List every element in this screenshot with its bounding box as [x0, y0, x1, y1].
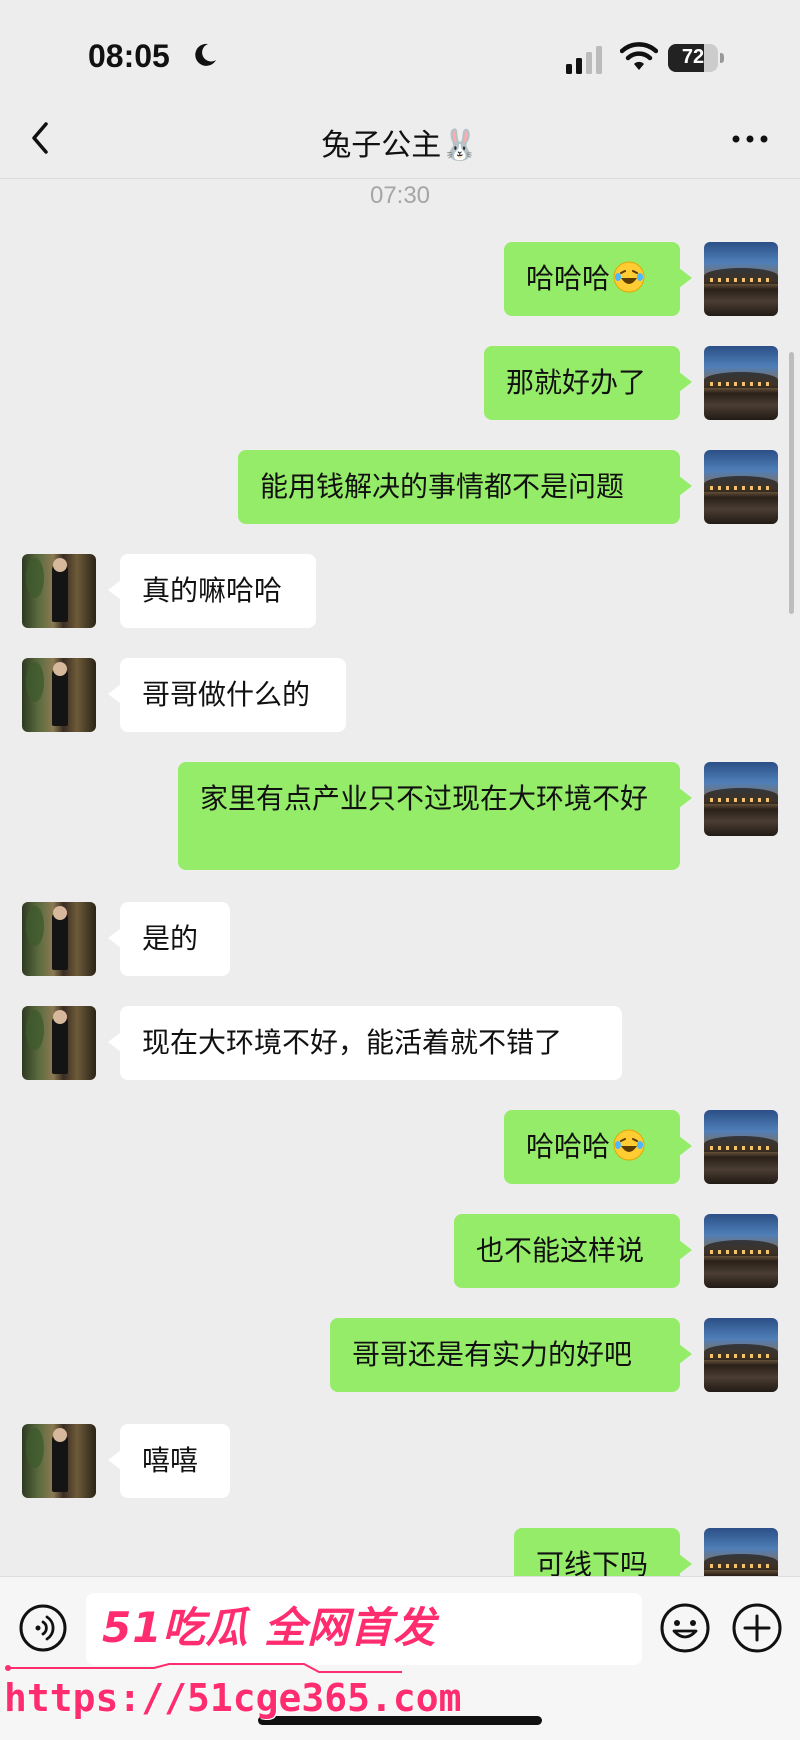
scrollbar[interactable] [789, 352, 794, 614]
contact-avatar[interactable] [22, 658, 96, 732]
my-avatar[interactable] [704, 1318, 778, 1392]
message-text: 是的 [142, 922, 199, 955]
outgoing-message: 也不能这样说 [0, 1214, 800, 1288]
outgoing-message: 家里有点产业只不过现在大环境不好 [0, 762, 800, 870]
status-bar: 08:05 72 [0, 0, 800, 100]
voice-input-icon[interactable] [18, 1603, 68, 1653]
message-text: 现在大环境不好，能活着就不错了 [142, 1026, 563, 1059]
message-bubble[interactable]: 现在大环境不好，能活着就不错了 [108, 1006, 622, 1080]
outgoing-message: 哈哈哈 [0, 242, 800, 316]
watermark-brand: 51吃瓜 全网首发 [102, 1603, 437, 1652]
message-text: 嘻嘻 [142, 1444, 199, 1477]
message-text: 哈哈哈 [526, 262, 611, 295]
message-bubble[interactable]: 真的嘛哈哈 [108, 554, 316, 628]
my-avatar[interactable] [704, 762, 778, 836]
outgoing-message: 能用钱解决的事情都不是问题 [0, 450, 800, 524]
chat-title: 兔子公主🐰 [321, 128, 479, 163]
contact-avatar[interactable] [22, 554, 96, 628]
message-text: 那就好办了 [506, 366, 647, 399]
message-bubble[interactable]: 嘻嘻 [108, 1424, 230, 1498]
more-options-icon[interactable] [726, 124, 774, 154]
laughing-tears-emoji-icon [613, 261, 645, 293]
incoming-message: 是的 [0, 902, 800, 976]
message-timestamp: 07:30 [369, 182, 431, 209]
message-bubble[interactable]: 也不能这样说 [454, 1214, 692, 1288]
message-bubble[interactable]: 哥哥还是有实力的好吧 [330, 1318, 692, 1392]
incoming-message: 现在大环境不好，能活着就不错了 [0, 1006, 800, 1080]
outgoing-message: 那就好办了 [0, 346, 800, 420]
wifi-icon [620, 42, 658, 70]
my-avatar[interactable] [704, 242, 778, 316]
cellular-signal-icon [566, 46, 602, 74]
message-bubble[interactable]: 能用钱解决的事情都不是问题 [238, 450, 692, 524]
watermark-decoration [5, 1663, 402, 1673]
message-text: 真的嘛哈哈 [142, 574, 283, 607]
message-bubble[interactable]: 哈哈哈 [504, 1110, 692, 1184]
emoji-picker-icon[interactable] [658, 1601, 712, 1655]
battery-indicator: 72 [668, 44, 726, 72]
status-time: 08:05 [88, 38, 170, 74]
moon-icon [195, 43, 216, 66]
message-text: 家里有点产业只不过现在大环境不好 [200, 782, 649, 815]
message-bubble[interactable]: 是的 [108, 902, 230, 976]
incoming-message: 嘻嘻 [0, 1424, 800, 1498]
more-actions-plus-icon[interactable] [730, 1601, 784, 1655]
contact-avatar[interactable] [22, 902, 96, 976]
watermark-url: https://51cge365.com [4, 1676, 462, 1720]
message-text: 哈哈哈 [526, 1130, 611, 1163]
my-avatar[interactable] [704, 346, 778, 420]
incoming-message: 真的嘛哈哈 [0, 554, 800, 628]
my-avatar[interactable] [704, 1110, 778, 1184]
outgoing-message: 哥哥还是有实力的好吧 [0, 1318, 800, 1392]
outgoing-message: 哈哈哈 [0, 1110, 800, 1184]
message-text: 也不能这样说 [476, 1234, 645, 1267]
laughing-tears-emoji-icon [613, 1129, 645, 1161]
message-bubble[interactable]: 那就好办了 [484, 346, 692, 420]
incoming-message: 哥哥做什么的 [0, 658, 800, 732]
battery-percent: 72 [681, 46, 705, 68]
my-avatar[interactable] [704, 450, 778, 524]
contact-avatar[interactable] [22, 1006, 96, 1080]
message-text: 哥哥做什么的 [142, 678, 311, 711]
message-bubble[interactable]: 家里有点产业只不过现在大环境不好 [178, 762, 692, 870]
chat-header: 兔子公主🐰 [0, 100, 800, 179]
my-avatar[interactable] [704, 1214, 778, 1288]
message-bubble[interactable]: 哈哈哈 [504, 242, 692, 316]
message-text: 哥哥还是有实力的好吧 [352, 1338, 633, 1371]
message-text: 能用钱解决的事情都不是问题 [260, 470, 625, 503]
contact-avatar[interactable] [22, 1424, 96, 1498]
message-bubble[interactable]: 哥哥做什么的 [108, 658, 346, 732]
